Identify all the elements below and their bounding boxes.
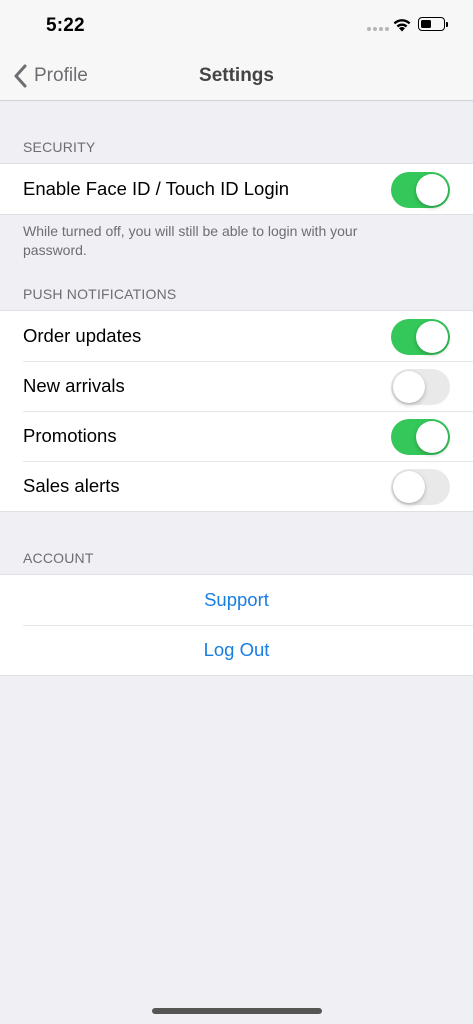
- face-id-row: Enable Face ID / Touch ID Login: [0, 164, 473, 214]
- sales-alerts-row: Sales alerts: [0, 461, 473, 511]
- promotions-row: Promotions: [0, 411, 473, 461]
- new-arrivals-row: New arrivals: [0, 361, 473, 411]
- security-footer-note: While turned off, you will still be able…: [23, 223, 358, 258]
- face-id-label: Enable Face ID / Touch ID Login: [23, 178, 290, 199]
- settings-screen: 5:22 Profile Settings SECURITY Enable Fa…: [0, 0, 473, 1024]
- status-time: 5:22: [46, 15, 85, 36]
- order-updates-label: Order updates: [23, 325, 142, 346]
- new-arrivals-label: New arrivals: [23, 375, 125, 396]
- sales-alerts-toggle[interactable]: [391, 469, 450, 505]
- wifi-icon: [393, 19, 411, 32]
- support-label: Support: [204, 589, 269, 610]
- section-header-account: ACCOUNT: [23, 550, 94, 566]
- new-arrivals-toggle[interactable]: [391, 369, 450, 405]
- sales-alerts-label: Sales alerts: [23, 475, 120, 496]
- face-id-toggle[interactable]: [391, 172, 450, 208]
- push-notifications-group: Order updates New arrivals Promotions Sa…: [0, 310, 473, 512]
- promotions-label: Promotions: [23, 425, 117, 446]
- section-header-push-notifications: PUSH NOTIFICATIONS: [23, 286, 177, 302]
- navigation-bar: Profile Settings: [0, 52, 473, 101]
- section-header-security: SECURITY: [23, 139, 96, 155]
- log-out-label: Log Out: [203, 639, 270, 660]
- support-button[interactable]: Support: [0, 575, 473, 625]
- security-group: Enable Face ID / Touch ID Login: [0, 163, 473, 215]
- status-bar: 5:22: [0, 0, 473, 52]
- order-updates-toggle[interactable]: [391, 319, 450, 355]
- battery-icon: [418, 17, 448, 31]
- promotions-toggle[interactable]: [391, 419, 450, 455]
- home-indicator[interactable]: [152, 1008, 322, 1014]
- log-out-button[interactable]: Log Out: [0, 625, 473, 675]
- cellular-signal-icon: [367, 27, 389, 31]
- account-group: Support Log Out: [0, 574, 473, 676]
- order-updates-row: Order updates: [0, 311, 473, 361]
- page-title: Settings: [199, 65, 274, 86]
